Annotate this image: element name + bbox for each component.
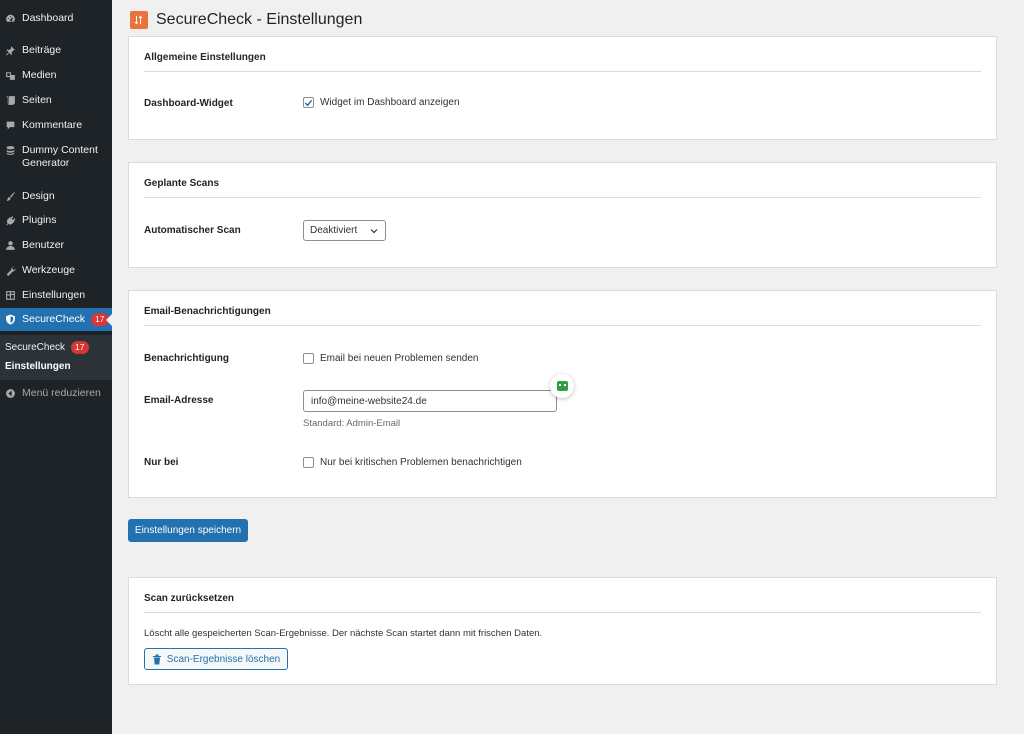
general-settings-card: Allgemeine Einstellungen Dashboard-Widge… — [128, 36, 997, 140]
sidebar-item-label: Werkzeuge — [22, 264, 75, 276]
collapse-icon — [4, 387, 16, 399]
section-title: Email-Benachrichtigungen — [144, 306, 271, 317]
email-address-label: Email-Adresse — [144, 395, 214, 406]
checkmark-icon — [304, 99, 313, 106]
divider — [144, 197, 981, 198]
dashboard-widget-checkbox[interactable] — [303, 97, 314, 108]
trash-icon — [152, 654, 161, 664]
sidebar-item-label: Seiten — [22, 94, 52, 106]
securecheck-logo-icon — [130, 11, 148, 29]
divider — [144, 612, 981, 613]
user-icon — [4, 239, 16, 251]
wrench-icon — [4, 264, 16, 276]
sidebar-item-plugins[interactable]: Plugins — [0, 214, 112, 227]
auto-scan-label: Automatischer Scan — [144, 225, 241, 236]
securecheck-submenu: SecureCheck 17 Einstellungen — [0, 335, 112, 380]
submenu-item-securecheck[interactable]: SecureCheck 17 — [5, 341, 89, 354]
settings-icon — [4, 289, 16, 301]
collapse-menu-button[interactable]: Menü reduzieren — [0, 387, 112, 400]
pages-icon — [4, 94, 16, 106]
dashboard-widget-label: Dashboard-Widget — [144, 98, 233, 109]
dashboard-icon — [4, 12, 16, 24]
sidebar-item-posts[interactable]: Beiträge — [0, 44, 112, 57]
sidebar-item-securecheck[interactable]: SecureCheck 17 — [0, 308, 112, 331]
checkbox-label: Widget im Dashboard anzeigen — [320, 97, 460, 108]
sidebar-item-users[interactable]: Benutzer — [0, 239, 112, 252]
only-when-label: Nur bei — [144, 457, 179, 468]
notification-badge: 17 — [71, 341, 89, 354]
submenu-item-label: Einstellungen — [5, 361, 71, 372]
delete-scan-results-button[interactable]: Scan-Ergebnisse löschen — [144, 648, 288, 670]
comments-icon — [4, 119, 16, 131]
sidebar-item-settings[interactable]: Einstellungen — [0, 289, 112, 302]
submenu-item-label: SecureCheck — [5, 342, 66, 353]
button-label: Scan-Ergebnisse löschen — [166, 653, 281, 665]
critical-only-checkbox[interactable] — [303, 457, 314, 468]
notification-option: Email bei neuen Problemen senden — [303, 353, 478, 364]
sidebar-item-label: Kommentare — [22, 119, 83, 131]
sidebar-item-dashboard[interactable]: Dashboard — [0, 12, 112, 25]
scheduled-scans-card: Geplante Scans Automatischer Scan Deakti… — [128, 162, 997, 268]
sidebar-item-comments[interactable]: Kommentare — [0, 119, 112, 132]
save-settings-button[interactable]: Einstellungen speichern — [128, 519, 248, 542]
divider — [144, 325, 981, 326]
sidebar-item-label: Beiträge — [22, 44, 62, 56]
email-help-text: Standard: Admin-Email — [303, 418, 401, 429]
sidebar-item-media[interactable]: Medien — [0, 69, 112, 82]
page-header: SecureCheck - Einstellungen — [130, 11, 362, 29]
sidebar-item-label: Einstellungen — [22, 289, 86, 301]
admin-sidebar: Dashboard Beiträge Medien Seiten Komment… — [0, 0, 112, 734]
sidebar-item-pages[interactable]: Seiten — [0, 94, 112, 107]
shield-icon — [4, 314, 16, 326]
database-icon — [4, 144, 16, 156]
sidebar-item-design[interactable]: Design — [0, 190, 112, 203]
reset-scan-card: Scan zurücksetzen Löscht alle gespeicher… — [128, 577, 997, 685]
critical-only-option: Nur bei kritischen Problemen benachricht… — [303, 457, 522, 468]
divider — [144, 71, 981, 72]
submenu-item-settings[interactable]: Einstellungen — [5, 361, 71, 372]
section-title: Scan zurücksetzen — [144, 593, 235, 604]
email-notifications-card: Email-Benachrichtigungen Benachrichtigun… — [128, 290, 997, 498]
checkbox-label: Nur bei kritischen Problemen benachricht… — [320, 457, 522, 468]
chevron-down-icon — [370, 229, 378, 234]
reset-description: Löscht alle gespeicherten Scan-Ergebniss… — [144, 628, 543, 639]
notification-label: Benachrichtigung — [144, 353, 230, 364]
plugin-icon — [4, 214, 16, 226]
select-value: Deaktiviert — [310, 225, 358, 236]
collapse-label: Menü reduzieren — [22, 387, 101, 399]
section-title: Geplante Scans — [144, 178, 220, 189]
sidebar-item-label: Benutzer — [22, 239, 65, 251]
checkbox-label: Email bei neuen Problemen senden — [320, 353, 479, 364]
sidebar-item-tools[interactable]: Werkzeuge — [0, 264, 112, 277]
sidebar-item-label: SecureCheck — [22, 313, 86, 325]
brush-icon — [4, 190, 16, 202]
sidebar-item-dummy-content[interactable]: Dummy Content Generator — [0, 144, 112, 170]
sidebar-item-label: Plugins — [22, 214, 57, 226]
sidebar-item-label: Medien — [22, 69, 57, 81]
notification-badge: 17 — [91, 313, 109, 326]
media-icon — [4, 69, 16, 81]
email-address-input[interactable] — [303, 390, 557, 412]
notification-checkbox[interactable] — [303, 353, 314, 364]
dashboard-widget-option: Widget im Dashboard anzeigen — [303, 97, 460, 108]
pin-icon — [4, 44, 16, 56]
sidebar-item-label: Dummy Content Generator — [22, 144, 98, 169]
form-helper-icon[interactable] — [550, 374, 574, 398]
sidebar-item-label: Dashboard — [22, 12, 74, 24]
auto-scan-select[interactable]: Deaktiviert — [303, 220, 386, 241]
page-title: SecureCheck - Einstellungen — [156, 11, 363, 28]
section-title: Allgemeine Einstellungen — [144, 52, 266, 63]
sidebar-item-label: Design — [22, 190, 55, 202]
